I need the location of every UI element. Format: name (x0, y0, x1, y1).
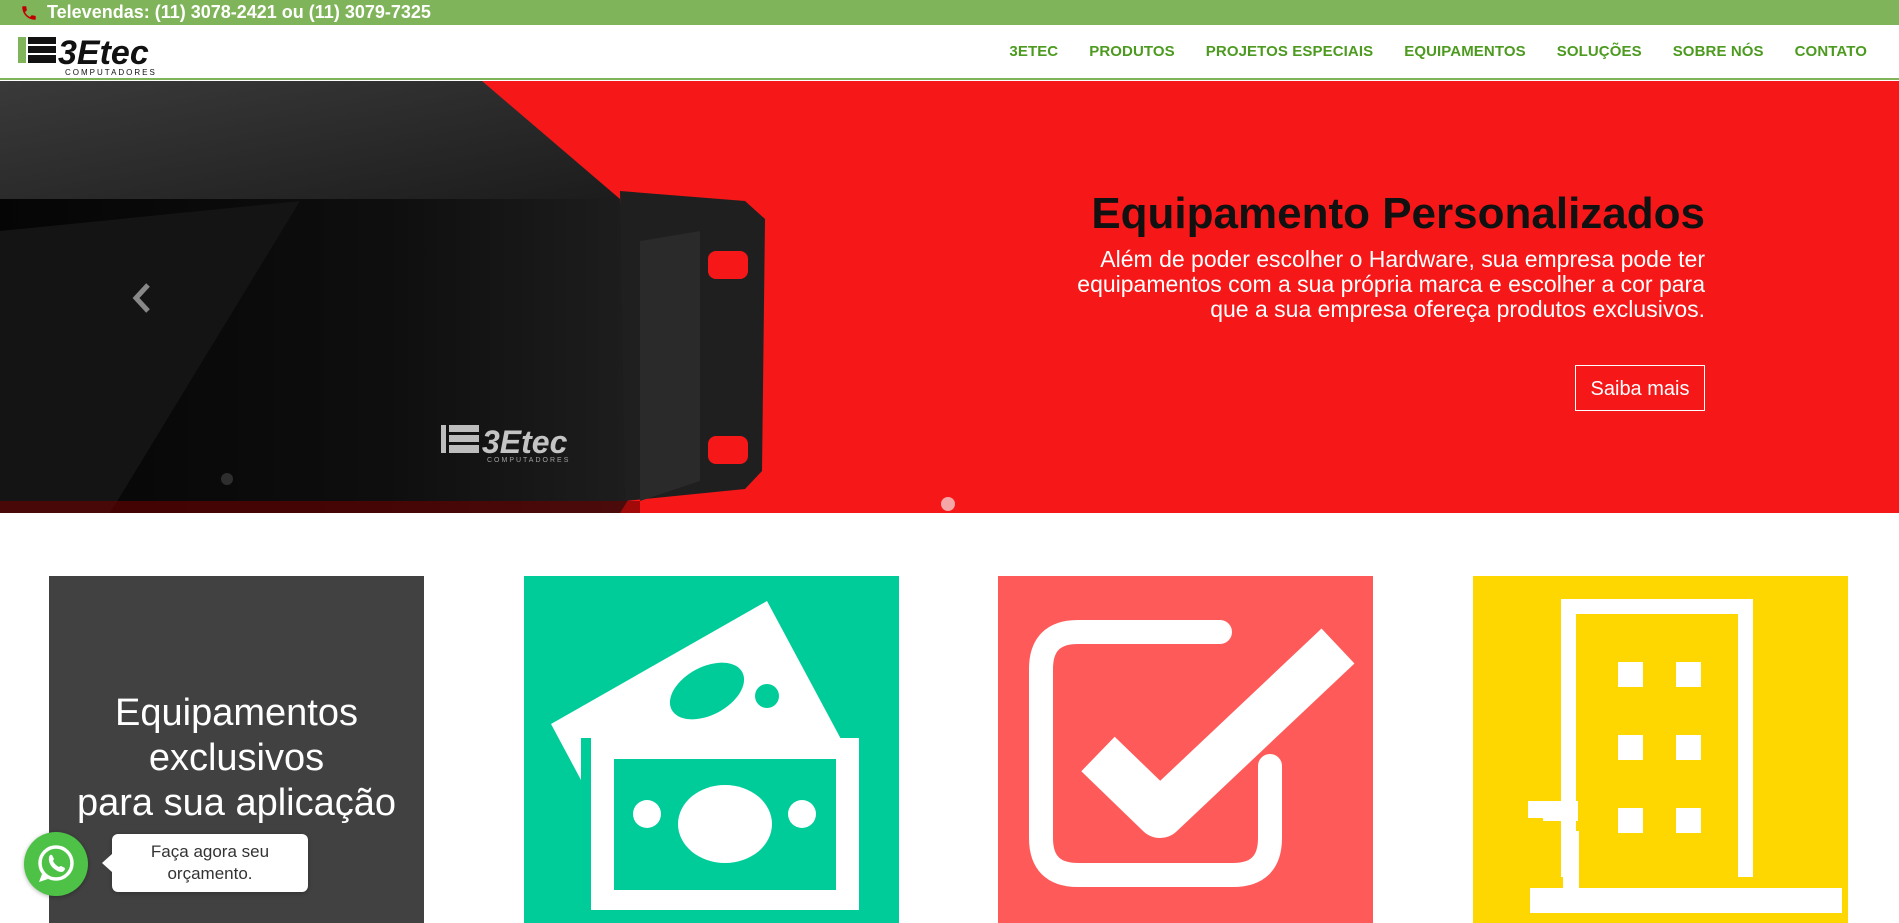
svg-text:3Etec: 3Etec (58, 35, 149, 72)
nav-item-projetos-especiais[interactable]: PROJETOS ESPECIAIS (1206, 43, 1373, 60)
top-bar: Televendas: (11) 3078-2421 ou (11) 3079-… (0, 0, 1899, 25)
nav-item-produtos[interactable]: PRODUTOS (1089, 43, 1175, 60)
nav-item-contato[interactable]: CONTATO (1795, 43, 1867, 60)
hero-description: Além de poder escolher o Hardware, sua e… (1077, 246, 1705, 322)
header: 3Etec COMPUTADORES 3ETEC PRODUTOS PROJET… (0, 25, 1899, 80)
building-icon (1528, 599, 1842, 913)
whatsapp-icon (38, 845, 74, 882)
nav-item-equipamentos[interactable]: EQUIPAMENTOS (1404, 43, 1526, 60)
logo[interactable]: 3Etec COMPUTADORES (18, 35, 183, 77)
tile-text: Equipamentos exclusivos para sua aplicaç… (77, 692, 396, 824)
whatsapp-button[interactable] (24, 832, 88, 896)
tile-building[interactable] (1473, 576, 1848, 923)
svg-text:COMPUTADORES: COMPUTADORES (65, 68, 157, 77)
svg-text:3Etec: 3Etec (482, 424, 568, 460)
nav-item-sobre-nos[interactable]: SOBRE NÓS (1673, 43, 1764, 60)
main-nav: 3ETEC PRODUTOS PROJETOS ESPECIAIS EQUIPA… (978, 25, 1867, 77)
tile-money[interactable] (524, 576, 899, 923)
rack-server-image: 3Etec COMPUTADORES (0, 81, 765, 513)
slider-dot[interactable] (941, 497, 955, 511)
nav-item-3etec[interactable]: 3ETEC (1009, 43, 1058, 60)
money-icon (551, 601, 859, 923)
tile-checkbox[interactable] (998, 576, 1373, 923)
hero-title: Equipamento Personalizados (1091, 189, 1705, 238)
televendas-text: Televendas: (11) 3078-2421 ou (11) 3079-… (47, 2, 431, 22)
checkbox-check-icon (1029, 620, 1355, 887)
saiba-mais-button[interactable]: Saiba mais (1575, 365, 1705, 411)
phone-icon (22, 6, 36, 20)
chevron-left-icon[interactable] (130, 281, 154, 315)
svg-text:COMPUTADORES: COMPUTADORES (487, 457, 570, 464)
whatsapp-bubble[interactable]: Faça agora seu orçamento. (102, 834, 308, 892)
hero-slider: 3Etec COMPUTADORES Equipamento Personali… (0, 81, 1899, 513)
nav-item-solucoes[interactable]: SOLUÇÕES (1557, 43, 1642, 60)
